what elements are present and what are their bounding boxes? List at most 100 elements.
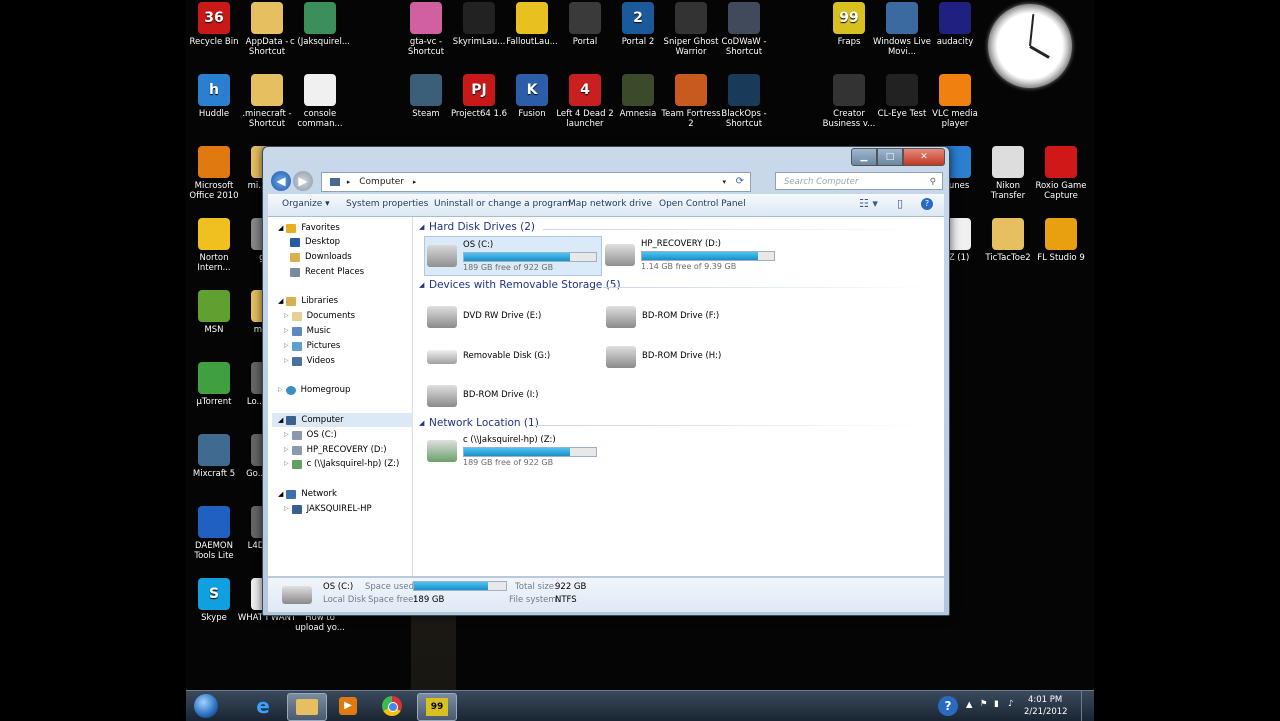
desktop-icon-fl-studio-9[interactable]: FL Studio 9 bbox=[1031, 216, 1091, 263]
desktop-icon-torrent[interactable]: µTorrent bbox=[184, 360, 244, 407]
desktop-icon-gta-vc-shortcut[interactable]: gta-vc - Shortcut bbox=[396, 0, 456, 57]
desktop-icon-portal-2[interactable]: 2 Portal 2 bbox=[608, 0, 668, 47]
address-bar[interactable]: ▸ Computer ▸ ▾ ⟳ bbox=[321, 172, 751, 192]
desktop-icon-windows-live-movi[interactable]: Windows Live Movi... bbox=[872, 0, 932, 57]
forward-button[interactable]: ▶ bbox=[293, 171, 313, 191]
expand-arrow-icon[interactable]: ◢ bbox=[278, 221, 283, 235]
drive-z[interactable]: c (\\Jaksquirel-hp) (Z:) 189 GB free of … bbox=[425, 432, 605, 470]
search-input[interactable]: Search Computer ⚲ bbox=[775, 172, 943, 190]
desktop-icon-portal[interactable]: Portal bbox=[555, 0, 615, 47]
drive-e[interactable]: DVD RW Drive (E:) bbox=[425, 298, 605, 336]
desktop-icon-audacity[interactable]: audacity bbox=[925, 0, 985, 47]
action-center-icon[interactable]: ⚑ bbox=[980, 699, 988, 709]
taskbar-chrome[interactable] bbox=[373, 693, 411, 719]
desktop-icon-c-jaksquirel[interactable]: c (Jaksquirel... bbox=[290, 0, 350, 47]
desktop-icon-project64-1-6[interactable]: PJ Project64 1.6 bbox=[449, 72, 509, 119]
desktop-icon-minecraft-shortcut[interactable]: .minecraft - Shortcut bbox=[237, 72, 297, 129]
desktop-icon-creator-business-v[interactable]: Creator Business v... bbox=[819, 72, 879, 129]
desktop-icon-sniper-ghost-warrior[interactable]: Sniper Ghost Warrior bbox=[661, 0, 721, 57]
desktop-icon-fraps[interactable]: 99 Fraps bbox=[819, 0, 879, 47]
nav-os-c[interactable]: ▷ OS (C:) bbox=[284, 428, 337, 442]
group-arrow-icon[interactable]: ◢ bbox=[419, 419, 424, 427]
drive-h[interactable]: BD-ROM Drive (H:) bbox=[604, 338, 784, 376]
taskbar-media-player[interactable]: ▶ bbox=[329, 693, 367, 719]
start-button[interactable] bbox=[188, 693, 224, 719]
nav-network-drive-z[interactable]: ▷ c (\\Jaksquirel-hp) (Z:) bbox=[284, 457, 399, 471]
volume-icon[interactable]: ♪ bbox=[1008, 699, 1013, 709]
desktop-icon-fusion[interactable]: K Fusion bbox=[502, 72, 562, 119]
collapse-arrow-icon[interactable]: ▷ bbox=[284, 339, 289, 353]
desktop-icon-appdata-shortcut[interactable]: AppData - Shortcut bbox=[237, 0, 297, 57]
breadcrumb-dropdown-icon[interactable]: ▸ bbox=[413, 178, 417, 186]
nav-recent-places[interactable]: Recent Places bbox=[290, 265, 364, 279]
maximize-button[interactable]: □ bbox=[877, 148, 903, 166]
desktop-icon-norton-intern[interactable]: Norton Intern... bbox=[184, 216, 244, 273]
desktop-icon-cl-eye-test[interactable]: CL-Eye Test bbox=[872, 72, 932, 119]
minimize-button[interactable]: ▁ bbox=[851, 148, 877, 166]
system-properties-button[interactable]: System properties bbox=[346, 199, 428, 209]
nav-music[interactable]: ▷ Music bbox=[284, 324, 331, 338]
breadcrumb-computer[interactable]: Computer bbox=[359, 177, 404, 187]
collapse-arrow-icon[interactable]: ▷ bbox=[284, 443, 289, 457]
desktop-icon-daemon-tools-lite[interactable]: DAEMON Tools Lite bbox=[184, 504, 244, 561]
desktop-icon-console-comman[interactable]: console comman... bbox=[290, 72, 350, 129]
group-arrow-icon[interactable]: ◢ bbox=[419, 223, 424, 231]
show-hidden-icons-icon[interactable]: ▲ bbox=[966, 700, 973, 710]
collapse-arrow-icon[interactable]: ▷ bbox=[284, 428, 289, 442]
network-tray-icon[interactable]: ▮ bbox=[994, 699, 999, 709]
drive-c[interactable]: OS (C:) 189 GB free of 922 GB bbox=[424, 236, 602, 276]
clock-time[interactable]: 4:01 PM bbox=[1028, 695, 1062, 705]
nav-documents[interactable]: ▷ Documents bbox=[284, 309, 355, 323]
clock-gadget[interactable] bbox=[988, 4, 1072, 88]
breadcrumb-separator-icon[interactable]: ▸ bbox=[347, 178, 351, 186]
map-network-drive-button[interactable]: Map network drive bbox=[568, 199, 652, 209]
explorer-window[interactable]: ▁ □ ✕ ◀ ▶ ▸ Computer ▸ ▾ ⟳ Search Comput… bbox=[262, 146, 950, 616]
taskbar-fraps[interactable]: 99 bbox=[417, 693, 457, 721]
desktop-icon-recycle-bin[interactable]: 36 Recycle Bin bbox=[184, 0, 244, 47]
nav-desktop[interactable]: Desktop bbox=[290, 235, 340, 249]
back-button[interactable]: ◀ bbox=[271, 171, 291, 191]
collapse-arrow-icon[interactable]: ▷ bbox=[284, 457, 289, 471]
expand-arrow-icon[interactable]: ◢ bbox=[278, 294, 283, 308]
drive-f[interactable]: BD-ROM Drive (F:) bbox=[604, 298, 784, 336]
desktop-icon-microsoft-office-2010[interactable]: Microsoft Office 2010 bbox=[184, 144, 244, 201]
collapse-arrow-icon[interactable]: ▷ bbox=[284, 354, 289, 368]
drive-d[interactable]: HP_RECOVERY (D:) 1.14 GB free of 9.39 GB bbox=[603, 236, 783, 274]
expand-arrow-icon[interactable]: ◢ bbox=[278, 487, 283, 501]
address-dropdown-icon[interactable]: ▾ bbox=[722, 173, 726, 191]
taskbar-internet-explorer[interactable]: e bbox=[244, 693, 282, 719]
desktop-icon-skyrimlau[interactable]: SkyrimLau... bbox=[449, 0, 509, 47]
nav-favorites[interactable]: ◢ Favorites bbox=[278, 221, 340, 235]
desktop-icon-falloutlau[interactable]: FalloutLau... bbox=[502, 0, 562, 47]
nav-computer[interactable]: ◢ Computer bbox=[272, 413, 414, 427]
collapse-arrow-icon[interactable]: ▷ bbox=[284, 324, 289, 338]
desktop-icon-vlc-media-player[interactable]: VLC media player bbox=[925, 72, 985, 129]
desktop-icon-team-fortress-2[interactable]: Team Fortress 2 bbox=[661, 72, 721, 129]
help-icon[interactable]: ? bbox=[921, 198, 933, 210]
nav-homegroup[interactable]: ▷ Homegroup bbox=[278, 383, 350, 397]
nav-hp-recovery[interactable]: ▷ HP_RECOVERY (D:) bbox=[284, 443, 387, 457]
desktop-icon-roxio-game-capture[interactable]: Roxio Game Capture bbox=[1031, 144, 1091, 201]
group-network-location[interactable]: Network Location (1) bbox=[429, 417, 539, 429]
nav-libraries[interactable]: ◢ Libraries bbox=[278, 294, 338, 308]
organize-button[interactable]: Organize ▾ bbox=[282, 199, 330, 209]
group-hard-disk-drives[interactable]: Hard Disk Drives (2) bbox=[429, 221, 535, 233]
desktop-icon-blackops-shortcut[interactable]: BlackOps - Shortcut bbox=[714, 72, 774, 129]
drive-i[interactable]: BD-ROM Drive (I:) bbox=[425, 377, 605, 415]
desktop-icon-tictactoe2[interactable]: TicTacToe2 bbox=[978, 216, 1038, 263]
drive-g[interactable]: Removable Disk (G:) bbox=[425, 338, 605, 376]
refresh-icon[interactable]: ⟳ bbox=[736, 173, 744, 191]
group-arrow-icon[interactable]: ◢ bbox=[419, 281, 424, 289]
desktop-icon-msn[interactable]: MSN bbox=[184, 288, 244, 335]
desktop-icon-nikon-transfer[interactable]: Nikon Transfer bbox=[978, 144, 1038, 201]
preview-pane-icon[interactable]: ▯ bbox=[897, 197, 903, 210]
desktop-icon-codwaw-shortcut[interactable]: CoDWaW - Shortcut bbox=[714, 0, 774, 57]
desktop-icon-amnesia[interactable]: Amnesia bbox=[608, 72, 668, 119]
nav-downloads[interactable]: Downloads bbox=[290, 250, 352, 264]
desktop-icon-steam[interactable]: Steam bbox=[396, 72, 456, 119]
open-control-panel-button[interactable]: Open Control Panel bbox=[659, 199, 746, 209]
nav-pictures[interactable]: ▷ Pictures bbox=[284, 339, 340, 353]
taskbar-explorer[interactable] bbox=[287, 693, 327, 721]
collapse-arrow-icon[interactable]: ▷ bbox=[284, 502, 289, 516]
show-desktop-button[interactable] bbox=[1081, 691, 1094, 721]
